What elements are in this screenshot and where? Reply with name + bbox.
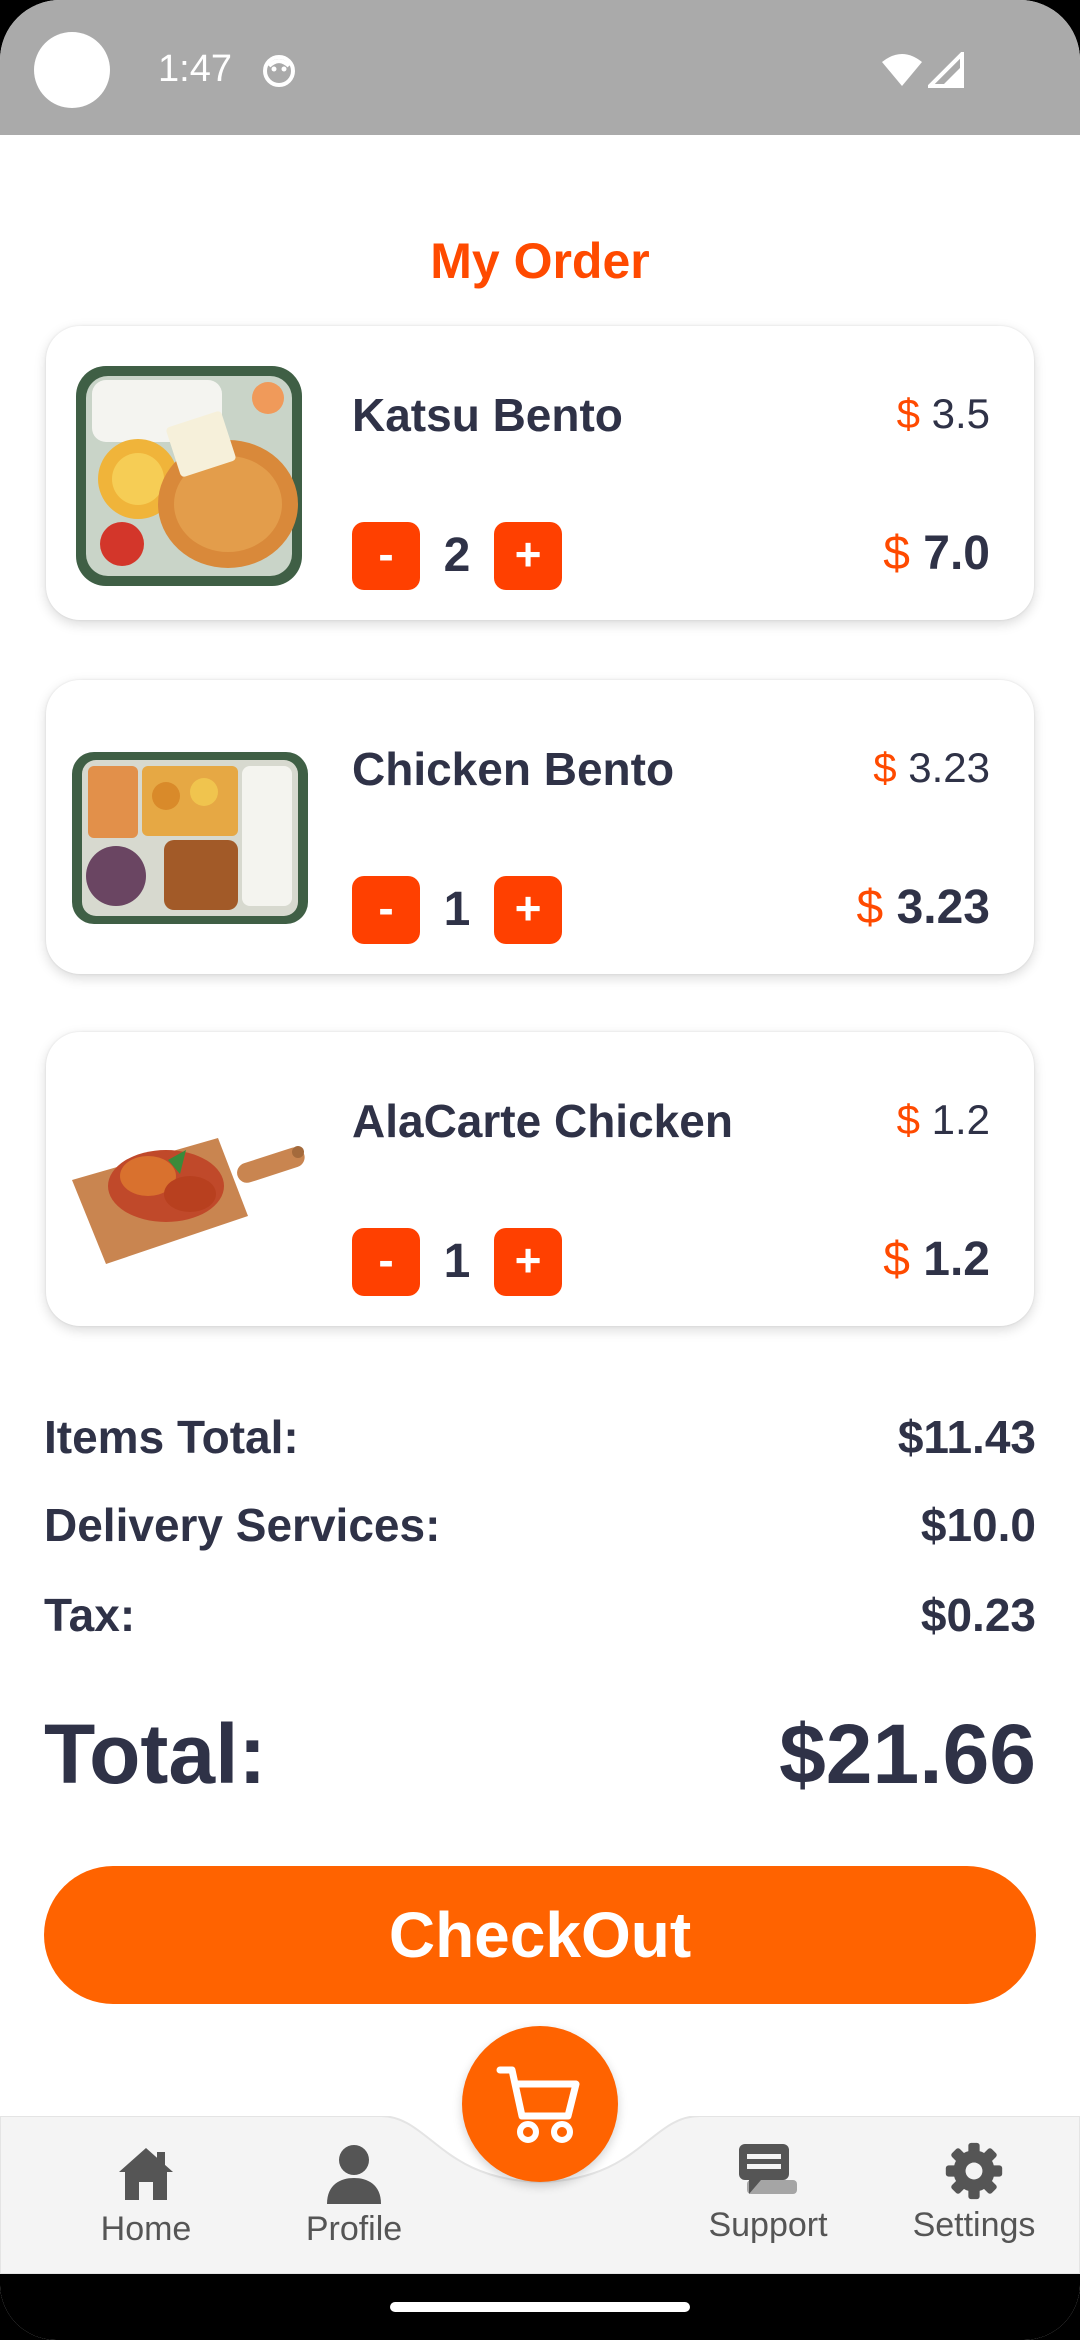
item-quantity: 1 xyxy=(443,883,471,936)
signal-icon xyxy=(928,52,964,88)
item-quantity: 2 xyxy=(443,529,471,582)
tax-label: Tax: xyxy=(44,1589,136,1641)
wifi-icon xyxy=(882,54,922,86)
increase-qty-button[interactable]: + xyxy=(494,1228,562,1296)
increase-qty-button[interactable]: + xyxy=(494,522,562,590)
alacarte-chicken-image xyxy=(72,1138,305,1264)
delivery-label: Delivery Services: xyxy=(44,1499,441,1551)
item-line-total: $ 1.2 xyxy=(883,1233,990,1286)
home-icon xyxy=(119,2148,173,2200)
order-item-card: AlaCarte Chicken $ 1.2 - 1 + $ 1.2 xyxy=(46,1032,1034,1326)
status-time: 1:47 xyxy=(158,48,232,90)
status-bar: 1:47 xyxy=(0,0,1080,135)
nav-settings[interactable]: Settings xyxy=(874,2140,1074,2245)
total-label: Total: xyxy=(44,1707,267,1801)
nav-support-label: Support xyxy=(708,2206,828,2244)
delivery-value: $10.0 xyxy=(920,1499,1036,1551)
item-unit-price: $ 1.2 xyxy=(896,1096,990,1143)
item-quantity: 1 xyxy=(443,1235,471,1288)
order-screen: 1:47 My Order Katsu Bento $ 3.5 - 2 + $ … xyxy=(0,0,1080,2340)
decrease-qty-button[interactable]: - xyxy=(352,522,420,590)
cart-icon xyxy=(496,2066,580,2143)
camera-cutout xyxy=(34,32,110,108)
nav-settings-label: Settings xyxy=(912,2206,1036,2244)
profile-icon xyxy=(327,2145,381,2204)
cart-button[interactable] xyxy=(462,2026,618,2182)
item-line-total: $ 7.0 xyxy=(883,527,990,580)
nav-home[interactable]: Home xyxy=(46,2140,246,2249)
gear-icon xyxy=(945,2142,1003,2200)
items-total-label: Items Total: xyxy=(44,1411,299,1463)
nav-profile-label: Profile xyxy=(305,2210,403,2248)
item-name: AlaCarte Chicken xyxy=(352,1095,733,1147)
item-unit-price: $ 3.5 xyxy=(896,390,990,437)
home-gesture-handle[interactable] xyxy=(390,2302,690,2312)
nav-profile[interactable]: Profile xyxy=(254,2140,454,2249)
nav-support[interactable]: Support xyxy=(668,2140,868,2245)
notification-icon xyxy=(263,55,295,87)
page-title: My Order xyxy=(430,233,650,289)
katsu-bento-image xyxy=(76,366,302,586)
order-item-card: Katsu Bento $ 3.5 - 2 + $ 7.0 xyxy=(46,326,1034,620)
tax-value: $0.23 xyxy=(920,1589,1036,1641)
item-line-total: $ 3.23 xyxy=(856,881,990,934)
chicken-bento-image xyxy=(72,752,308,924)
decrease-qty-button[interactable]: - xyxy=(352,876,420,944)
increase-qty-button[interactable]: + xyxy=(494,876,562,944)
items-total-value: $11.43 xyxy=(897,1411,1036,1463)
decrease-qty-button[interactable]: - xyxy=(352,1228,420,1296)
item-name: Katsu Bento xyxy=(352,389,623,441)
nav-home-label: Home xyxy=(100,2210,192,2248)
support-chat-icon xyxy=(739,2144,797,2194)
checkout-button[interactable]: CheckOut xyxy=(44,1866,1036,2004)
item-name: Chicken Bento xyxy=(352,743,675,795)
item-unit-price: $ 3.23 xyxy=(873,744,990,791)
order-item-card: Chicken Bento $ 3.23 - 1 + $ 3.23 xyxy=(46,680,1034,974)
total-value: $21.66 xyxy=(779,1707,1036,1801)
